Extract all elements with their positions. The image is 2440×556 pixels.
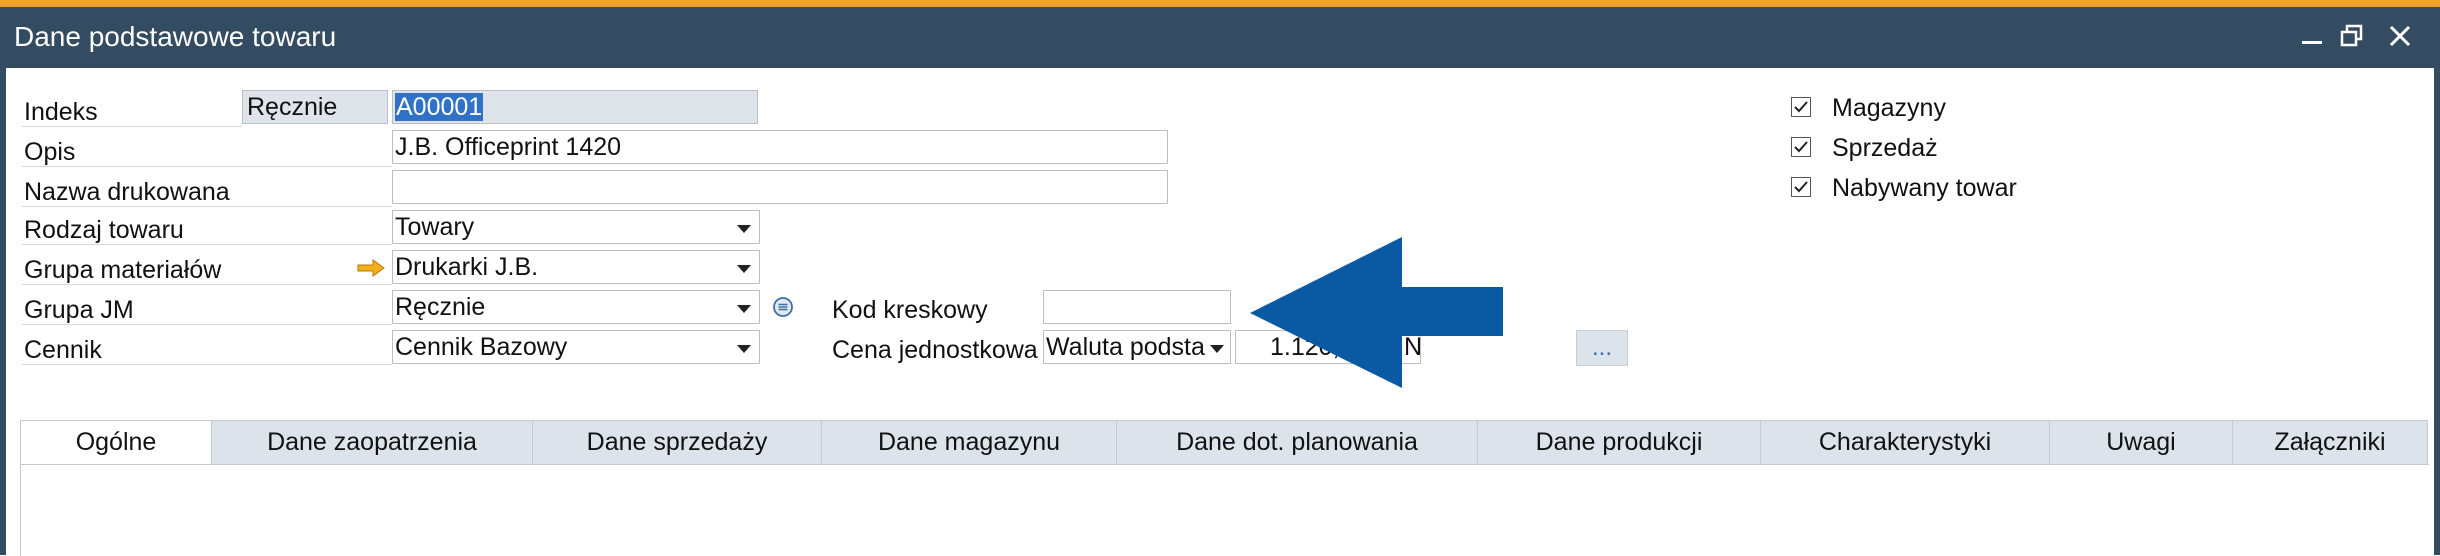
tab-label: Uwagi	[2106, 428, 2176, 456]
price-list-select[interactable]: Cennik Bazowy	[392, 330, 760, 364]
warehouse-checkbox-label: Magazyny	[1832, 94, 1946, 122]
purchase-checkbox[interactable]	[1791, 177, 1811, 197]
tab-general[interactable]: Ogólne	[20, 420, 212, 465]
chevron-down-icon	[737, 225, 751, 233]
checkmark-icon	[1794, 141, 1808, 153]
chevron-down-icon	[737, 305, 751, 313]
chevron-down-icon	[737, 265, 751, 273]
item-group-label: Grupa materiałów	[24, 256, 222, 284]
item-group-value: Drukarki J.B.	[395, 253, 539, 281]
label-underline	[22, 364, 392, 365]
label-underline	[22, 126, 242, 127]
tab-label: Dane zaopatrzenia	[267, 428, 477, 456]
restore-icon	[2340, 24, 2363, 47]
tab-inventory[interactable]: Dane magazynu	[821, 420, 1117, 465]
tab-label: Charakterystyki	[1818, 428, 1992, 456]
label-underline	[22, 244, 392, 245]
close-icon	[2389, 25, 2411, 47]
barcode-input[interactable]	[1043, 290, 1231, 324]
close-button[interactable]	[2380, 13, 2420, 59]
title-bar: Dane podstawowe towaru	[0, 7, 2440, 68]
description-input[interactable]: J.B. Officeprint 1420	[392, 130, 1168, 164]
chevron-down-icon	[737, 345, 751, 353]
item-code-label: Indeks	[24, 98, 98, 126]
price-list-label: Cennik	[24, 336, 102, 364]
item-type-label: Rodzaj towaru	[24, 216, 184, 244]
tab-label: Dane dot. planowania	[1176, 428, 1418, 456]
tab-properties[interactable]: Charakterystyki	[1760, 420, 2050, 465]
item-group-select[interactable]: Drukarki J.B.	[392, 250, 760, 284]
item-type-value: Towary	[395, 213, 475, 241]
tab-planning[interactable]: Dane dot. planowania	[1116, 420, 1478, 465]
currency-mode-value: Waluta podsta	[1046, 333, 1205, 361]
description-label: Opis	[24, 138, 76, 166]
window-title: Dane podstawowe towaru	[14, 21, 337, 52]
barcode-label: Kod kreskowy	[832, 296, 988, 324]
tab-label: Dane sprzedaży	[586, 428, 768, 456]
purchase-checkbox-label: Nabywany towar	[1832, 174, 2017, 202]
link-arrow-icon[interactable]	[356, 258, 386, 278]
item-code-mode-value: Ręcznie	[247, 93, 338, 121]
sales-checkbox[interactable]	[1791, 137, 1811, 157]
foreign-name-label: Nazwa drukowana	[24, 178, 230, 206]
item-type-select[interactable]: Towary	[392, 210, 760, 244]
tab-purchasing[interactable]: Dane zaopatrzenia	[211, 420, 533, 465]
tab-panel-general	[20, 464, 2429, 556]
checkmark-icon	[1794, 101, 1808, 113]
label-underline	[22, 166, 392, 167]
tab-label: Dane magazynu	[877, 428, 1061, 456]
tab-label: Dane produkcji	[1535, 428, 1703, 456]
tab-remarks[interactable]: Uwagi	[2049, 420, 2233, 465]
uom-group-label: Grupa JM	[24, 296, 134, 324]
warehouse-checkbox[interactable]	[1791, 97, 1811, 117]
label-underline	[22, 324, 392, 325]
checkmark-icon	[1794, 181, 1808, 193]
uom-details-icon[interactable]	[772, 296, 794, 318]
item-code-mode-field[interactable]: Ręcznie	[242, 90, 388, 124]
more-options-button[interactable]: ...	[1576, 330, 1628, 366]
foreign-name-input[interactable]	[392, 170, 1168, 204]
tab-production[interactable]: Dane produkcji	[1477, 420, 1761, 465]
restore-button[interactable]	[2332, 13, 2372, 59]
uom-group-select[interactable]: Ręcznie	[392, 290, 760, 324]
tab-label: Załączniki	[2274, 428, 2386, 456]
tab-sales[interactable]: Dane sprzedaży	[532, 420, 822, 465]
window-right-border	[2434, 68, 2440, 555]
description-value: J.B. Officeprint 1420	[395, 133, 622, 161]
title-accent-stripe	[0, 0, 2440, 7]
tab-label: Ogólne	[75, 428, 157, 456]
chevron-down-icon	[1210, 345, 1224, 353]
item-code-input[interactable]: A00001	[392, 90, 758, 124]
minimize-icon	[2302, 41, 2322, 44]
big-blue-arrow-left-icon	[1250, 237, 1503, 388]
tab-strip: Ogólne Dane zaopatrzenia Dane sprzedaży …	[20, 420, 2428, 465]
label-underline	[22, 284, 392, 285]
price-list-value: Cennik Bazowy	[395, 333, 568, 361]
unit-price-label: Cena jednostkowa	[832, 336, 1038, 364]
label-underline	[22, 206, 392, 207]
currency-mode-select[interactable]: Waluta podsta	[1043, 330, 1231, 364]
tab-attachments[interactable]: Załączniki	[2232, 420, 2428, 465]
minimize-button[interactable]	[2292, 13, 2332, 59]
more-options-label: ...	[1591, 334, 1612, 361]
item-code-value: A00001	[395, 93, 484, 121]
uom-group-value: Ręcznie	[395, 293, 486, 321]
sales-checkbox-label: Sprzedaż	[1832, 134, 1938, 162]
